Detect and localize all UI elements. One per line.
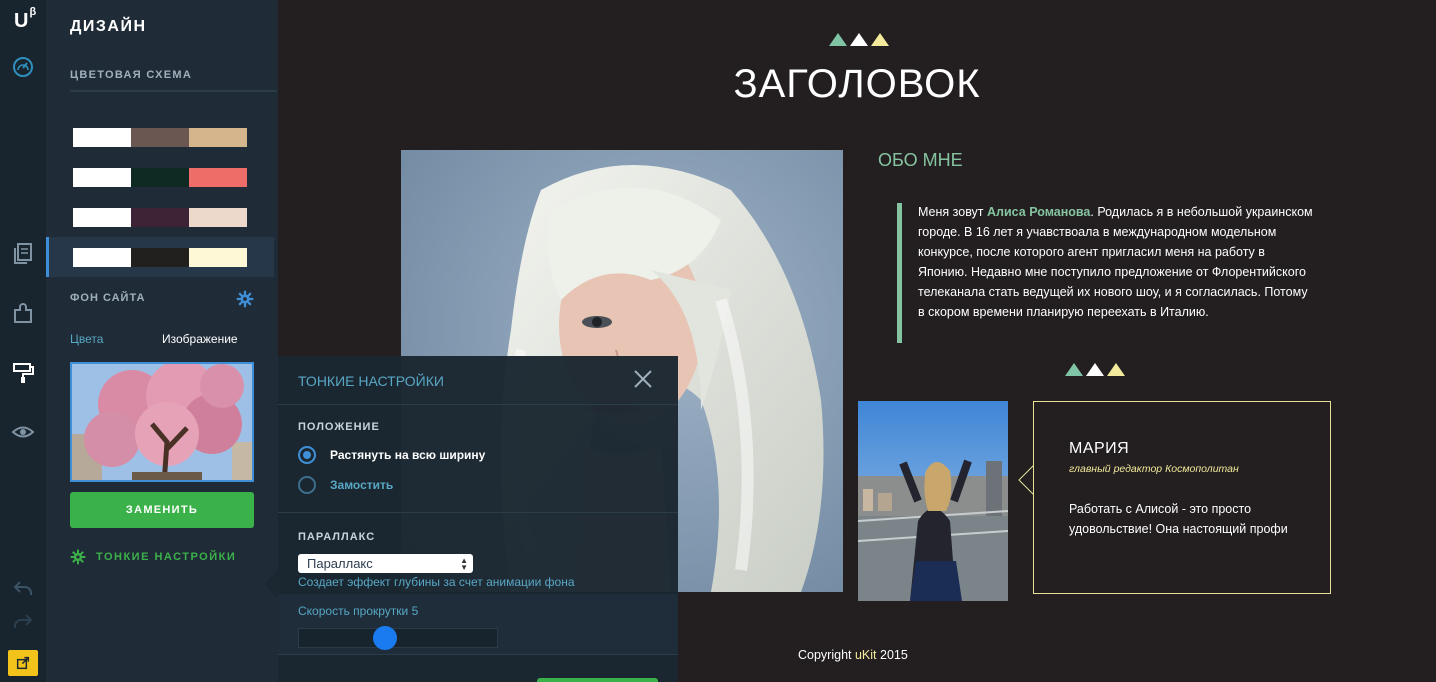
pages-icon[interactable] bbox=[10, 240, 36, 266]
replace-button[interactable]: ЗАМЕНИТЬ bbox=[70, 492, 254, 528]
popover-apply-button[interactable] bbox=[537, 678, 658, 682]
divider bbox=[70, 90, 277, 92]
about-title[interactable]: ОБО МНЕ bbox=[878, 150, 963, 171]
parallax-select[interactable]: Параллакс ▲ ▼ bbox=[298, 554, 473, 573]
fine-settings-popover: ТОНКИЕ НАСТРОЙКИ ПОЛОЖЕНИЕ Растянуть на … bbox=[278, 356, 678, 682]
triangle-ornament bbox=[1065, 363, 1125, 376]
tab-colors[interactable]: Цвета bbox=[70, 332, 103, 346]
fine-settings-link[interactable]: ТОНКИЕ НАСТРОЙКИ bbox=[70, 549, 236, 565]
position-option-label: Замостить bbox=[330, 478, 394, 492]
color-scheme-option[interactable] bbox=[46, 237, 274, 277]
parallax-select-value: Параллакс bbox=[307, 556, 373, 571]
color-swatch bbox=[189, 207, 247, 227]
radio-icon bbox=[298, 476, 316, 494]
radio-icon bbox=[298, 446, 316, 464]
color-scheme-option[interactable] bbox=[46, 157, 274, 197]
color-swatch bbox=[189, 127, 247, 147]
color-swatch bbox=[131, 207, 189, 227]
publish-icon[interactable] bbox=[8, 650, 38, 676]
color-scheme-title: ЦВЕТОВАЯ СХЕМА bbox=[70, 69, 193, 81]
popover-pointer bbox=[265, 568, 279, 600]
divider bbox=[278, 512, 678, 513]
testimonial-photo[interactable] bbox=[858, 401, 1008, 601]
color-swatch bbox=[73, 247, 131, 267]
triangle-icon bbox=[829, 33, 847, 46]
color-scheme-option[interactable] bbox=[46, 117, 274, 157]
ukit-logo[interactable]: Uβ bbox=[14, 6, 36, 33]
site-background-title: ФОН САЙТА bbox=[70, 292, 146, 304]
parallax-title: ПАРАЛЛАКС bbox=[298, 531, 376, 543]
position-title: ПОЛОЖЕНИЕ bbox=[298, 421, 380, 433]
color-swatch bbox=[131, 247, 189, 267]
scroll-speed-handle[interactable] bbox=[373, 626, 398, 650]
color-swatch bbox=[131, 167, 189, 187]
undo-icon[interactable] bbox=[10, 575, 36, 601]
parallax-hint: Создает эффект глубины за счет анимации … bbox=[298, 575, 575, 589]
testimonial-role: главный редактор Космополитан bbox=[1069, 463, 1239, 475]
bio-name: Алиса Романова bbox=[987, 205, 1091, 219]
redo-icon[interactable] bbox=[10, 608, 36, 634]
preview-eye-icon[interactable] bbox=[10, 419, 36, 445]
color-swatch bbox=[189, 247, 247, 267]
design-panel: ДИЗАЙН ЦВЕТОВАЯ СХЕМА ФОН САЙТА Цвета Из… bbox=[46, 0, 278, 682]
scroll-speed-track[interactable] bbox=[298, 628, 498, 648]
testimonial-card[interactable]: МАРИЯ главный редактор Космополитан Рабо… bbox=[1033, 401, 1331, 594]
triangle-icon bbox=[871, 33, 889, 46]
scroll-speed-label: Скорость прокрутки 5 bbox=[298, 604, 419, 618]
popover-title: ТОНКИЕ НАСТРОЙКИ bbox=[298, 373, 444, 389]
footer-copyright[interactable]: Copyright uKit 2015 bbox=[798, 648, 908, 662]
position-option[interactable]: Растянуть на всю ширину bbox=[298, 446, 485, 464]
position-option[interactable]: Замостить bbox=[298, 476, 393, 494]
divider bbox=[278, 654, 678, 655]
gear-icon[interactable] bbox=[236, 290, 254, 308]
color-swatch bbox=[189, 167, 247, 187]
testimonial-text: Работать с Алисой - это просто удовольст… bbox=[1069, 502, 1288, 536]
widgets-icon[interactable] bbox=[10, 300, 36, 326]
icon-rail: Uβ bbox=[0, 0, 46, 682]
gear-icon bbox=[70, 549, 86, 565]
triangle-ornament bbox=[829, 33, 889, 46]
quote-bar bbox=[897, 203, 902, 343]
testimonial-name: МАРИЯ bbox=[1069, 440, 1130, 457]
triangle-icon bbox=[1065, 363, 1083, 376]
color-scheme-option[interactable] bbox=[46, 197, 274, 237]
design-brush-icon[interactable] bbox=[10, 360, 36, 386]
fine-settings-label: ТОНКИЕ НАСТРОЙКИ bbox=[96, 551, 237, 563]
dashboard-icon[interactable] bbox=[10, 54, 36, 80]
color-swatch bbox=[131, 127, 189, 147]
triangle-icon bbox=[850, 33, 868, 46]
scroll-speed-section: Скорость прокрутки 5 bbox=[278, 594, 678, 654]
color-swatch bbox=[73, 167, 131, 187]
select-arrows-icon: ▲ ▼ bbox=[460, 555, 468, 572]
triangle-icon bbox=[1107, 363, 1125, 376]
triangle-icon bbox=[1086, 363, 1104, 376]
bio-text[interactable]: Меня зовут Алиса Романова. Родилась я в … bbox=[918, 202, 1313, 322]
page-heading[interactable]: ЗАГОЛОВОК bbox=[716, 62, 998, 107]
divider bbox=[278, 404, 678, 405]
tab-image[interactable]: Изображение bbox=[162, 332, 238, 346]
background-image-thumbnail[interactable] bbox=[70, 362, 254, 482]
color-swatch bbox=[73, 127, 131, 147]
card-pointer bbox=[1018, 465, 1034, 495]
position-option-label: Растянуть на всю ширину bbox=[330, 448, 486, 462]
close-icon[interactable] bbox=[632, 368, 654, 390]
panel-title: ДИЗАЙН bbox=[70, 18, 147, 35]
color-swatch bbox=[73, 207, 131, 227]
